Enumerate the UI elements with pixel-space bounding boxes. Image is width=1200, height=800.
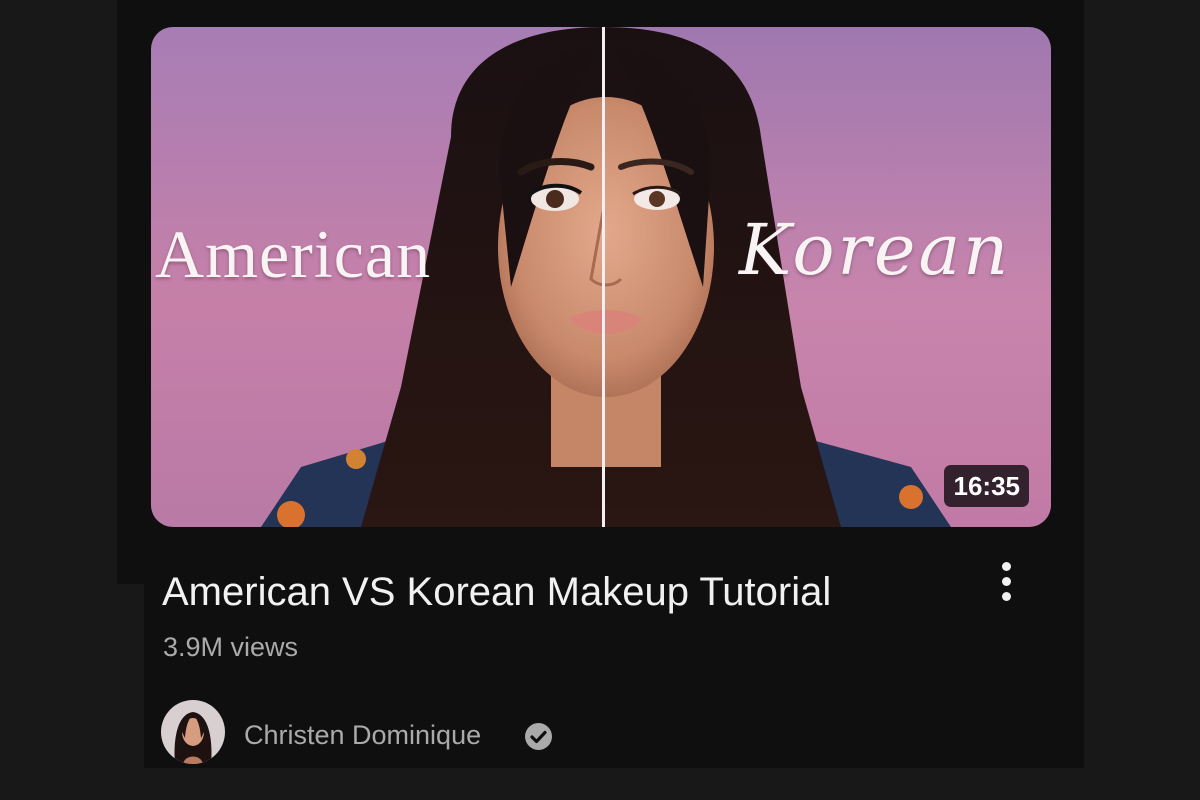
- more-actions-button[interactable]: [990, 556, 1024, 608]
- video-title[interactable]: American VS Korean Makeup Tutorial: [162, 566, 962, 618]
- avatar-image: [161, 700, 225, 764]
- channel-name[interactable]: Christen Dominique: [244, 718, 481, 752]
- thumbnail-overlay-right: Korean: [739, 209, 1012, 291]
- duration-badge: 16:35: [943, 465, 1029, 507]
- verified-checkmark-icon: [525, 723, 552, 750]
- channel-avatar[interactable]: [161, 700, 225, 764]
- page: American Korean 16:35 American VS Korean…: [0, 0, 1200, 800]
- view-count: 3.9M views: [163, 632, 299, 662]
- thumbnail-overlay-left: American: [155, 216, 432, 292]
- video-thumbnail[interactable]: American Korean 16:35: [151, 27, 1051, 527]
